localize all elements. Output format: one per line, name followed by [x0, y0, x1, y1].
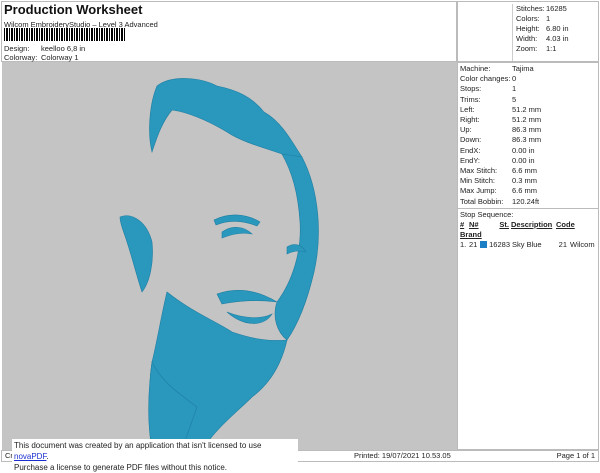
barcode [4, 28, 126, 41]
col-st: St. [499, 219, 509, 229]
license-notice: This document was created by an applicat… [12, 439, 298, 472]
machine-label: Down: [460, 135, 482, 145]
machine-value: 6.6 mm [512, 186, 538, 196]
machine-row: Right: 51.2 mm [460, 115, 596, 125]
col-brand: Brand [460, 229, 482, 239]
stat-row: Colors: 1 [516, 14, 569, 24]
stat-value: 6.80 in [546, 24, 569, 33]
machine-value: 0.00 in [512, 145, 535, 155]
stat-row: Width: 4.03 in [516, 34, 569, 44]
machine-label: Total Bobbin: [460, 196, 504, 206]
row-brand: Wilcom [570, 239, 595, 249]
row-n: 21 [469, 239, 478, 249]
machine-panel: Machine: Tajima Color changes: 0 Stops: 1 Trim… [457, 62, 599, 450]
machine-row: Min Stitch: 0.3 mm [460, 176, 596, 186]
design-value: keelloo 6,8 in [41, 44, 86, 53]
machine-row: EndY: 0.00 in [460, 156, 596, 166]
design-label: Design: [4, 44, 30, 53]
sequence-header: # N# St. Description Code Brand [460, 220, 596, 240]
machine-label: Max Jump: [460, 186, 497, 196]
notice-period: . [46, 452, 49, 461]
machine-value: 1 [512, 84, 517, 94]
stat-value: 1 [546, 14, 551, 23]
stats-box: Stitches:16285 Colors: 1 Height: 6.80 in Widt… [457, 1, 599, 62]
colorway-value: Colorway 1 [41, 53, 79, 62]
machine-row: Color changes: 0 [460, 74, 596, 84]
col-desc: Description [511, 219, 553, 229]
table-row: 1. 21 16283 Sky Blue 21 Wilcom [460, 240, 596, 250]
notice-text: This document was created by an applicat… [14, 441, 262, 450]
stat-row: Stitches:16285 [516, 4, 569, 14]
machine-value: Tajima [512, 64, 534, 73]
color-swatch [480, 240, 487, 248]
stat-label: Width: [516, 34, 538, 43]
embroidery-portrait [119, 78, 319, 451]
novapdf-link[interactable]: novaPDF [14, 452, 46, 461]
stop-sequence: Stop Sequence: # N# St. Description Code Bran… [458, 207, 598, 251]
design-preview [2, 62, 457, 451]
brow [213, 214, 261, 227]
machine-value: 5 [512, 94, 517, 104]
machine-row: Total Bobbin: 120.24ft [460, 197, 596, 207]
machine-row: Trims: 5 [460, 95, 596, 105]
machine-row: Down: 86.3 mm [460, 135, 596, 145]
machine-label: EndX: [460, 145, 481, 155]
stat-row: Height: 6.80 in [516, 24, 569, 34]
page-number: Page 1 of 1 [556, 451, 595, 460]
stat-label: Colors: [516, 14, 540, 23]
mustache [216, 289, 278, 305]
machine-label: Stops: [460, 84, 482, 94]
machine-row: EndX: 0.00 in [460, 146, 596, 156]
page-title: Production Worksheet [4, 2, 143, 17]
machine-value: 0 [512, 74, 517, 84]
machine-value: 86.3 mm [512, 125, 542, 135]
col-code: Code [556, 219, 575, 229]
machine-label: EndY: [460, 155, 481, 165]
stat-label: Zoom: [516, 44, 538, 53]
row-desc: Sky Blue [512, 239, 542, 249]
col-num: # [460, 219, 465, 229]
col-n: N# [469, 219, 479, 229]
colorway-row: Colorway: Colorway 1 [4, 53, 79, 62]
row-code: 21 [558, 239, 567, 249]
machine-label: Trims: [460, 94, 481, 104]
machine-row: Left: 51.2 mm [460, 105, 596, 115]
machine-label: Machine: [460, 64, 491, 73]
design-row: Design: keelloo 6,8 in [4, 44, 85, 53]
hair [149, 78, 308, 193]
machine-value: 86.3 mm [512, 135, 542, 145]
machine-label: Max Stitch: [460, 166, 498, 176]
stat-value: 16285 [546, 4, 567, 13]
row-num: 1. [460, 239, 467, 249]
machine-value: 0.00 in [512, 155, 535, 165]
mouth [226, 311, 273, 324]
stat-value: 1:1 [546, 44, 557, 53]
machine-row: Machine: Tajima [460, 64, 596, 74]
machine-value: 0.3 mm [512, 176, 538, 186]
machine-row: Max Stitch: 6.6 mm [460, 166, 596, 176]
machine-value: 51.2 mm [512, 115, 542, 125]
colorway-label: Colorway: [4, 53, 38, 62]
machine-label: Color changes: [460, 74, 511, 84]
machine-value: 51.2 mm [512, 104, 542, 114]
machine-row: Up: 86.3 mm [460, 125, 596, 135]
machine-label: Up: [460, 125, 472, 135]
stat-label: Stitches: [516, 4, 545, 13]
machine-label: Right: [460, 115, 480, 125]
machine-row: Max Jump: 6.6 mm [460, 186, 596, 196]
eye-left [221, 227, 253, 239]
row-st: 16283 [489, 239, 510, 249]
stat-label: Height: [516, 24, 540, 33]
machine-label: Left: [460, 104, 475, 114]
ear [119, 215, 153, 293]
stop-sequence-title: Stop Sequence: [460, 209, 514, 219]
printed-date: Printed: 19/07/2021 10.53.05 [354, 451, 451, 460]
machine-value: 120.24ft [512, 196, 540, 206]
stat-row: Zoom: 1:1 [516, 44, 569, 54]
machine-row: Stops: 1 [460, 84, 596, 94]
stat-value: 4.03 in [546, 34, 569, 43]
machine-value: 6.6 mm [512, 166, 538, 176]
machine-label: Min Stitch: [460, 176, 496, 186]
